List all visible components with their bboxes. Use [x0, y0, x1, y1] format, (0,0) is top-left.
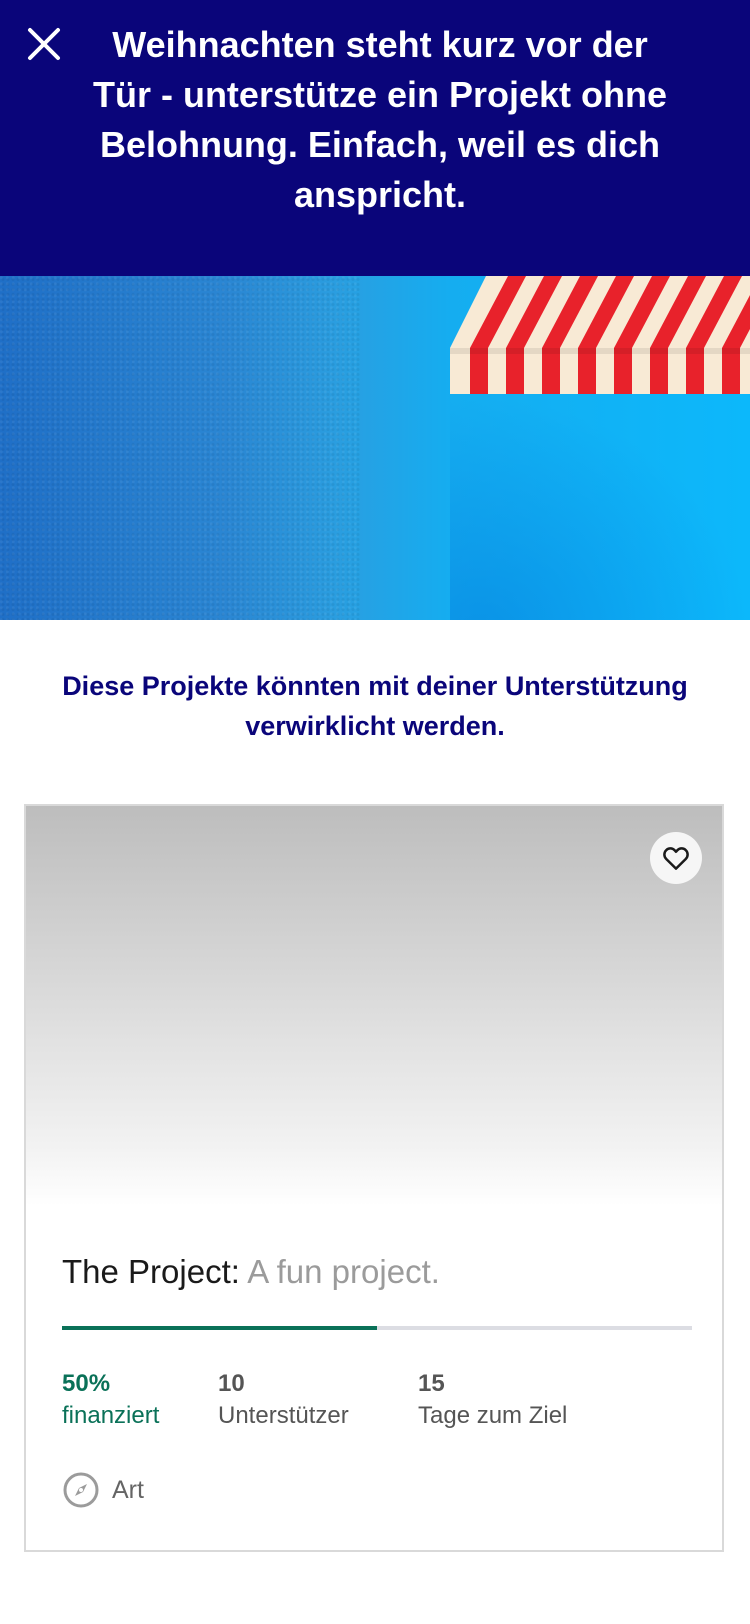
category-tag[interactable]: Art — [62, 1470, 144, 1510]
hero-shading — [450, 396, 750, 620]
close-icon — [28, 28, 60, 60]
hero-texture — [0, 276, 360, 620]
project-title-line[interactable]: The Project: A fun project. — [62, 1252, 440, 1292]
header-banner: Weihnachten steht kurz vor der Tür - unt… — [0, 0, 750, 276]
project-name: The Project: — [62, 1253, 240, 1290]
heart-outline-icon — [663, 847, 689, 870]
funded-label: finanziert — [62, 1402, 160, 1429]
project-image[interactable] — [26, 806, 722, 1206]
backers-value: 10 — [218, 1370, 245, 1397]
hero-illustration — [0, 276, 750, 620]
header-title: Weihnachten steht kurz vor der Tür - unt… — [92, 24, 668, 215]
backers-label: Unterstützer — [218, 1402, 349, 1429]
project-blurb: A fun project. — [247, 1253, 440, 1290]
favorite-button[interactable] — [650, 832, 702, 884]
stat-backers: 10 Unterstützer — [218, 1368, 349, 1432]
funded-value: 50% — [62, 1370, 111, 1397]
awning-illustration — [450, 276, 750, 394]
compass-icon — [63, 1472, 99, 1508]
stat-days: 15 Tage zum Ziel — [418, 1368, 567, 1432]
days-label: Tage zum Ziel — [418, 1402, 568, 1429]
funding-progress-bar — [62, 1326, 692, 1330]
funding-progress-fill — [62, 1326, 377, 1330]
intro-text: Diese Projekte könnten mit deiner Unters… — [62, 671, 688, 741]
category-label: Art — [112, 1475, 144, 1504]
close-button[interactable] — [22, 22, 66, 66]
stat-funded: 50% finanziert — [62, 1368, 159, 1432]
project-card[interactable]: The Project: A fun project. 50% finanzie… — [24, 804, 724, 1552]
days-value: 15 — [418, 1370, 445, 1397]
